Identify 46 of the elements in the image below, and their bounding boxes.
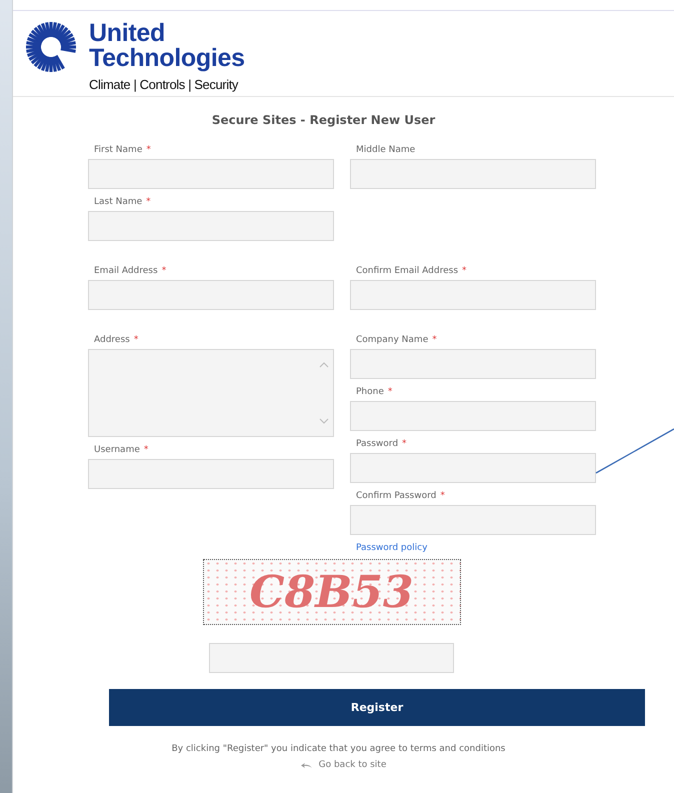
tagline: Climate | Controls | Security xyxy=(89,77,240,92)
required-asterisk: * xyxy=(440,491,445,502)
captcha-image: C8B53 xyxy=(202,559,460,625)
field-label: First Name xyxy=(94,145,142,156)
text-field[interactable] xyxy=(350,505,596,535)
password-policy-link[interactable]: Password policy xyxy=(350,543,596,553)
text-field[interactable] xyxy=(350,401,596,431)
form-title: Secure Sites - Register New User xyxy=(210,113,436,127)
text-field[interactable] xyxy=(350,159,596,189)
scroll-down-icon xyxy=(319,418,329,424)
field-label: Password xyxy=(356,439,398,450)
scroll-up-icon xyxy=(319,362,329,368)
field-label: Confirm Password xyxy=(356,491,436,502)
text-field[interactable] xyxy=(350,453,596,483)
required-asterisk: * xyxy=(462,266,467,277)
field-label: Username xyxy=(94,445,140,456)
text-field[interactable] xyxy=(88,459,334,489)
field-label: Address xyxy=(94,335,130,346)
required-asterisk: * xyxy=(134,335,138,346)
required-asterisk: * xyxy=(144,445,148,456)
back-link[interactable]: Go back to site xyxy=(300,760,386,770)
required-asterisk: * xyxy=(162,266,166,277)
text-field[interactable] xyxy=(88,211,334,241)
text-field[interactable] xyxy=(88,280,334,310)
field-label: Middle Name xyxy=(356,145,416,156)
field-label: Last Name xyxy=(94,197,142,208)
required-asterisk: * xyxy=(146,145,151,156)
address-textarea[interactable] xyxy=(88,349,334,437)
required-asterisk: * xyxy=(146,197,151,208)
field-label: Company Name xyxy=(356,335,428,346)
captcha-field[interactable] xyxy=(209,643,454,673)
required-asterisk: * xyxy=(388,387,392,398)
text-field[interactable] xyxy=(350,349,596,379)
text-field[interactable] xyxy=(88,159,334,189)
sunburst-logo-icon xyxy=(25,21,77,73)
text-field[interactable] xyxy=(350,280,596,310)
field-label: Phone xyxy=(356,387,384,398)
brand-name: United xyxy=(89,21,166,46)
back-arrow-icon xyxy=(300,762,313,768)
terms-text: By clicking "Register" you indicate that you agree to terms and conditions xyxy=(170,744,506,754)
field-label: Confirm Email Address xyxy=(356,266,458,277)
field-label: Email Address xyxy=(94,266,158,277)
required-asterisk: * xyxy=(402,439,407,450)
required-asterisk: * xyxy=(432,335,437,346)
register-button[interactable]: Register xyxy=(109,689,645,726)
brand-name: Technologies xyxy=(89,46,245,71)
